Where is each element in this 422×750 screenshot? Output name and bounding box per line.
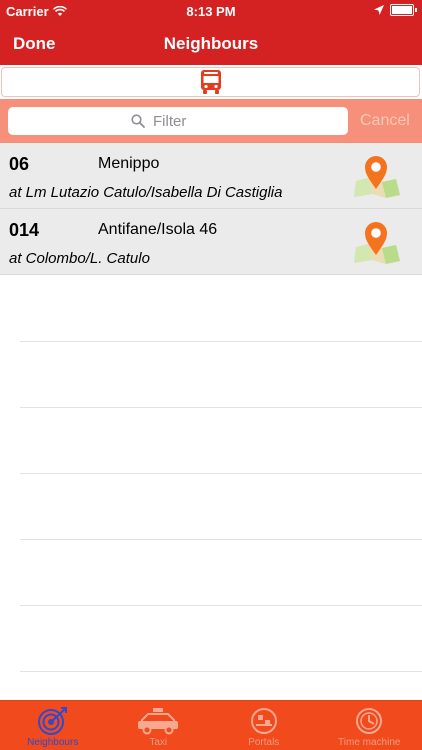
tab-bar: Neighbours Taxi Portals Time machine: [0, 700, 422, 750]
tab-time-machine[interactable]: Time machine: [317, 701, 422, 750]
line-name: Antifane/Isola 46: [98, 221, 218, 238]
empty-row: [20, 276, 422, 342]
target-icon: [37, 707, 67, 735]
empty-row: [20, 408, 422, 474]
line-code: 06: [9, 154, 30, 174]
tab-label: Portals: [248, 737, 280, 748]
filter-input[interactable]: [151, 111, 225, 131]
map-pin-icon[interactable]: [350, 217, 402, 267]
stop-row[interactable]: 014 Antifane/Isola 46 at Colombo/L. Catu…: [0, 209, 422, 275]
status-time: 8:13 PM: [186, 4, 236, 19]
line-name: Menippo: [98, 155, 160, 172]
clock-icon: [356, 708, 383, 734]
page-title: Neighbours: [163, 34, 259, 53]
search-field[interactable]: [8, 107, 348, 135]
portal-icon: [250, 708, 277, 734]
map-pin-icon[interactable]: [350, 151, 402, 201]
tab-taxi[interactable]: Taxi: [106, 701, 212, 750]
taxi-icon: [138, 708, 179, 735]
stop-location: at Lm Lutazio Catulo/Isabella Di Castigl…: [9, 184, 283, 201]
status-bar: Carrier 8:13 PM: [0, 0, 422, 22]
status-indicators: [374, 4, 417, 16]
bus-icon: [200, 70, 221, 94]
navigation-header: Carrier 8:13 PM Done Neighbours: [0, 0, 422, 65]
tab-neighbours[interactable]: Neighbours: [0, 701, 106, 750]
tab-label: Neighbours: [27, 737, 79, 748]
tab-portals[interactable]: Portals: [211, 701, 317, 750]
search-icon: [131, 114, 145, 128]
bus-segment-button[interactable]: [1, 67, 420, 97]
empty-row: [20, 606, 422, 672]
line-code: 014: [9, 220, 40, 240]
search-bar: Cancel: [0, 99, 422, 143]
nav-bar: Done Neighbours: [0, 22, 422, 65]
transport-segment: [0, 65, 422, 100]
stops-list: 06 Menippo at Lm Lutazio Catulo/Isabella…: [0, 143, 422, 275]
empty-list-area: [20, 276, 422, 672]
battery-icon: [390, 4, 417, 16]
location-arrow-icon: [374, 5, 384, 15]
empty-row: [20, 342, 422, 408]
empty-row: [20, 540, 422, 606]
cancel-button[interactable]: Cancel: [360, 112, 410, 130]
stop-row[interactable]: 06 Menippo at Lm Lutazio Catulo/Isabella…: [0, 143, 422, 209]
stop-location: at Colombo/L. Catulo: [9, 250, 150, 267]
tab-label: Time machine: [338, 737, 401, 748]
empty-row: [20, 474, 422, 540]
tab-label: Taxi: [149, 737, 168, 748]
done-button[interactable]: Done: [13, 34, 56, 54]
